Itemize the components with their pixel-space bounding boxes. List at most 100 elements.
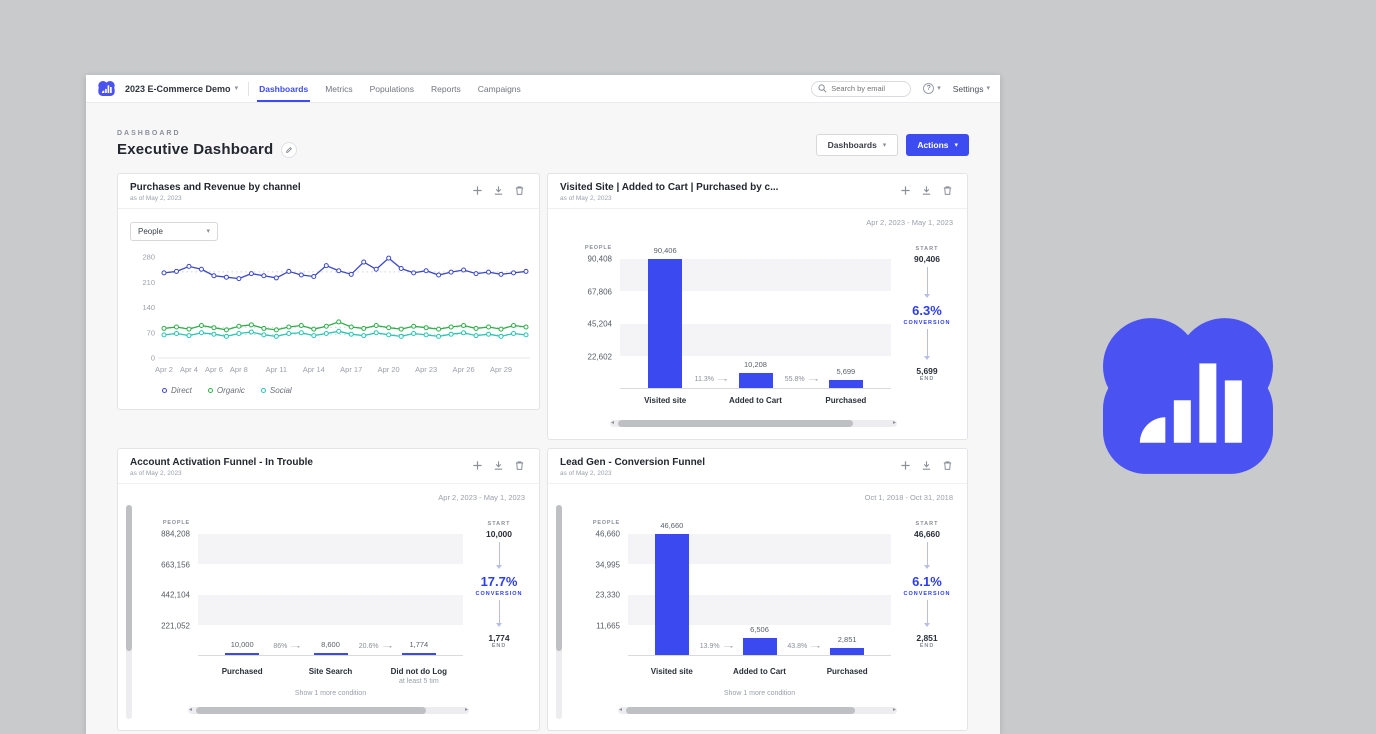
y-axis-tick: 67,806 [588, 287, 612, 296]
scroll-right-icon[interactable]: ▸ [893, 707, 896, 714]
dashboards-dropdown-button[interactable]: Dashboards ▾ [816, 134, 899, 156]
bar-value: 46,660 [627, 521, 717, 530]
funnel-bar-added-to-cart[interactable] [739, 373, 773, 388]
export-icon[interactable] [921, 459, 934, 472]
funnel-bar-visited-site[interactable] [655, 534, 689, 655]
plus-icon[interactable] [900, 459, 913, 472]
funnel-bar-added-to-cart[interactable] [743, 638, 777, 655]
plot-stripe [198, 534, 463, 564]
svg-text:Apr 4: Apr 4 [180, 365, 198, 374]
right-arrow-icon: → [720, 643, 735, 650]
show-more-conditions[interactable]: Show 1 more condition [628, 690, 891, 697]
settings-menu[interactable]: Settings ▾ [953, 84, 990, 94]
vertical-scrollbar[interactable] [556, 505, 562, 719]
legend-item-direct[interactable]: Direct [162, 386, 192, 395]
down-arrow-icon [927, 267, 928, 297]
scroll-left-icon[interactable]: ◂ [619, 707, 622, 714]
conversion-label: CONVERSION [904, 591, 951, 597]
horizontal-scrollbar[interactable]: ◂ ▸ [618, 707, 897, 714]
trash-icon[interactable] [942, 459, 955, 472]
actions-button[interactable]: Actions ▾ [906, 134, 969, 156]
date-range: Oct 1, 2018 - Oct 31, 2018 [865, 493, 953, 502]
start-label: START [488, 521, 511, 527]
funnel-bar-purchased[interactable] [830, 648, 864, 655]
card-title: Account Activation Funnel - In Trouble [130, 457, 313, 468]
page-title: Executive Dashboard [117, 141, 273, 158]
funnel-bar-purchased[interactable] [829, 380, 863, 388]
y-axis: 884,208663,156442,104221,052 [138, 534, 190, 656]
scrollbar-thumb[interactable] [126, 505, 132, 651]
step-label: Visited site [651, 667, 693, 676]
export-icon[interactable] [493, 459, 506, 472]
export-icon[interactable] [921, 184, 934, 197]
funnel-bar-site-search[interactable] [314, 653, 348, 655]
y-axis-tick: 34,995 [596, 560, 620, 569]
search-icon [818, 84, 827, 93]
step-label: Added to Cart [729, 396, 782, 405]
trash-icon[interactable] [514, 184, 527, 197]
trash-icon[interactable] [514, 459, 527, 472]
legend-dot [261, 388, 266, 393]
svg-text:Apr 14: Apr 14 [303, 365, 325, 374]
y-axis: 46,66034,99523,33011,665 [568, 534, 620, 656]
scrollbar-thumb[interactable] [618, 420, 853, 427]
chevron-down-icon: ▾ [883, 142, 887, 149]
export-icon[interactable] [493, 184, 506, 197]
scrollbar-thumb[interactable] [556, 505, 562, 651]
help-menu[interactable]: ? ▾ [923, 83, 941, 94]
nav-populations[interactable]: Populations [370, 75, 414, 102]
search-input[interactable] [831, 84, 904, 93]
legend-item-social[interactable]: Social [261, 386, 292, 395]
right-arrow-icon: → [808, 643, 823, 650]
trash-icon[interactable] [942, 184, 955, 197]
funnel-bar-purchased[interactable] [225, 653, 259, 655]
search-box[interactable] [811, 81, 911, 97]
people-dropdown[interactable]: People ▾ [130, 222, 218, 241]
bar-value: 10,208 [711, 360, 801, 369]
bar-value: 6,506 [715, 625, 805, 634]
card-subtitle: as of May 2, 2023 [560, 195, 778, 202]
card-subtitle: as of May 2, 2023 [130, 470, 313, 477]
chart-legend: Direct Organic Social [162, 386, 292, 395]
plus-icon[interactable] [900, 184, 913, 197]
nav-campaigns[interactable]: Campaigns [478, 75, 521, 102]
svg-text:Apr 20: Apr 20 [378, 365, 400, 374]
show-more-conditions[interactable]: Show 1 more condition [198, 690, 463, 697]
end-label: END [492, 643, 507, 649]
edit-title-button[interactable] [281, 142, 297, 158]
nav-reports[interactable]: Reports [431, 75, 461, 102]
horizontal-scrollbar[interactable]: ◂ ▸ [610, 420, 897, 427]
scrollbar-thumb[interactable] [626, 707, 855, 714]
nav-dashboards[interactable]: Dashboards [259, 75, 308, 102]
divider [248, 82, 249, 96]
scroll-left-icon[interactable]: ◂ [189, 707, 192, 714]
scrollbar-thumb[interactable] [196, 707, 426, 714]
y-axis-tick: 23,330 [596, 591, 620, 600]
funnel-plot: 10,0008,6001,77486%→20.6%→ [198, 534, 463, 656]
step-label: Purchased [825, 396, 866, 405]
scroll-right-icon[interactable]: ▸ [465, 707, 468, 714]
funnel-bar-visited-site[interactable] [648, 259, 682, 388]
settings-label: Settings [953, 84, 984, 94]
card-subtitle: as of May 2, 2023 [560, 470, 705, 477]
vertical-scrollbar[interactable] [126, 505, 132, 719]
end-label: END [920, 643, 935, 649]
plus-icon[interactable] [472, 184, 485, 197]
conversion-rate: 6.1% [912, 574, 942, 589]
funnel-bar-did-not-do-log[interactable] [402, 653, 436, 655]
chevron-down-icon: ▾ [986, 85, 990, 92]
legend-dot [162, 388, 167, 393]
legend-item-organic[interactable]: Organic [208, 386, 245, 395]
horizontal-scrollbar[interactable]: ◂ ▸ [188, 707, 469, 714]
nav-metrics[interactable]: Metrics [325, 75, 352, 102]
funnel-plot: 46,6606,5062,85113.9%→43.8%→ [628, 534, 891, 656]
scroll-right-icon[interactable]: ▸ [893, 420, 896, 427]
start-value: 46,660 [914, 529, 940, 539]
scroll-left-icon[interactable]: ◂ [611, 420, 614, 427]
workspace-selector[interactable]: 2023 E-Commerce Demo ▾ [125, 84, 238, 94]
y-axis-tick: 11,665 [596, 621, 620, 630]
plus-icon[interactable] [472, 459, 485, 472]
end-label: END [920, 376, 935, 382]
line-chart[interactable]: 280210140700Apr 2Apr 4Apr 6Apr 8Apr 11Ap… [128, 246, 535, 376]
down-arrow-icon [499, 600, 500, 626]
